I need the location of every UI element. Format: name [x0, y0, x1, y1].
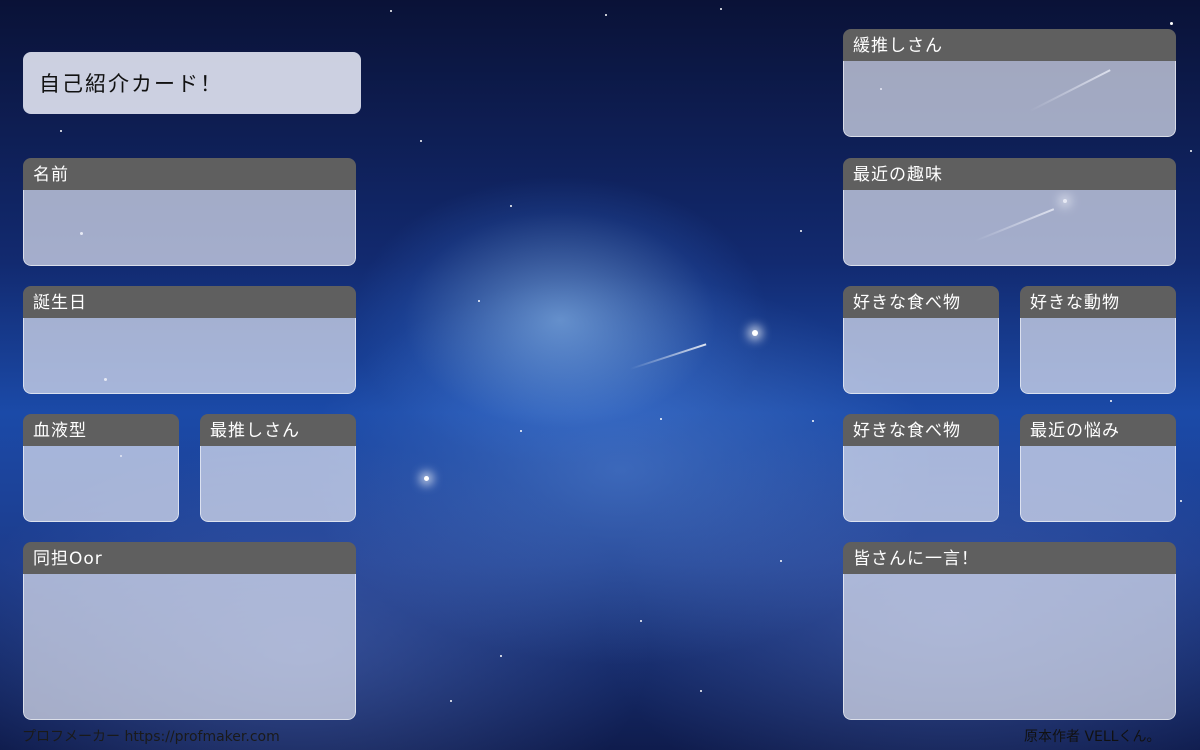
field-secondary-oshi-input[interactable]	[843, 61, 1176, 137]
field-recent-worry-input[interactable]	[1020, 446, 1176, 522]
field-fav-food-1-input[interactable]	[843, 318, 999, 394]
maker-credit: プロフメーカー https://profmaker.com	[22, 729, 280, 745]
field-doutan-input[interactable]	[23, 574, 356, 720]
field-fav-animal-input[interactable]	[1020, 318, 1176, 394]
field-fav-food-2: 好きな食べ物	[843, 414, 999, 522]
field-recent-hobby-label: 最近の趣味	[843, 158, 1176, 190]
field-recent-hobby: 最近の趣味	[843, 158, 1176, 266]
field-fav-food-2-label: 好きな食べ物	[843, 414, 999, 446]
shooting-star-decoration	[629, 343, 707, 370]
field-fav-animal: 好きな動物	[1020, 286, 1176, 394]
field-doutan: 同担Oor	[23, 542, 356, 720]
field-fav-food-1: 好きな食べ物	[843, 286, 999, 394]
field-message-input[interactable]	[843, 574, 1176, 720]
field-blood-type-input[interactable]	[23, 446, 179, 522]
card-title: 自己紹介カード！	[23, 52, 361, 114]
field-message: 皆さんに一言！	[843, 542, 1176, 720]
field-doutan-label: 同担Oor	[23, 542, 356, 574]
field-oshi-input[interactable]	[200, 446, 356, 522]
field-birthday: 誕生日	[23, 286, 356, 394]
field-fav-animal-label: 好きな動物	[1020, 286, 1176, 318]
field-oshi-label: 最推しさん	[200, 414, 356, 446]
field-fav-food-2-input[interactable]	[843, 446, 999, 522]
field-recent-hobby-input[interactable]	[843, 190, 1176, 266]
field-fav-food-1-label: 好きな食べ物	[843, 286, 999, 318]
field-secondary-oshi-label: 緩推しさん	[843, 29, 1176, 61]
field-birthday-label: 誕生日	[23, 286, 356, 318]
field-name-input[interactable]	[23, 190, 356, 266]
author-credit: 原本作者 VELLくん。	[1024, 729, 1161, 745]
field-blood-type: 血液型	[23, 414, 179, 522]
field-oshi: 最推しさん	[200, 414, 356, 522]
field-recent-worry: 最近の悩み	[1020, 414, 1176, 522]
field-name-label: 名前	[23, 158, 356, 190]
field-blood-type-label: 血液型	[23, 414, 179, 446]
field-birthday-input[interactable]	[23, 318, 356, 394]
field-name: 名前	[23, 158, 356, 266]
field-secondary-oshi: 緩推しさん	[843, 29, 1176, 137]
field-message-label: 皆さんに一言！	[843, 542, 1176, 574]
field-recent-worry-label: 最近の悩み	[1020, 414, 1176, 446]
